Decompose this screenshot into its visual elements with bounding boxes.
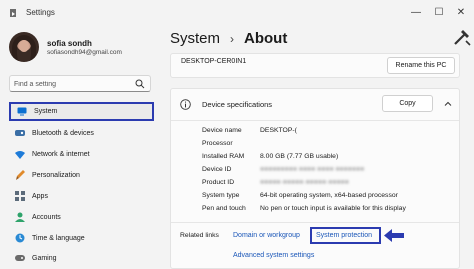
spec-key: Product ID xyxy=(202,179,235,186)
spec-row-device-id: Device ID ■■■■■■■■■ ■■■■ ■■■■ ■■■■■■■ xyxy=(202,166,364,178)
pointer-arrow-icon xyxy=(384,229,404,242)
user-name: sofia sondh xyxy=(47,39,92,48)
spec-key: Device ID xyxy=(202,166,232,173)
globe-clock-icon xyxy=(15,233,25,243)
spec-value-redacted: ■■■■■-■■■■■-■■■■■-■■■■■ xyxy=(260,179,349,186)
breadcrumb-parent[interactable]: System xyxy=(170,30,220,47)
sidebar-item-label: Bluetooth & devices xyxy=(32,129,94,137)
user-email: sofiasondh94@gmail.com xyxy=(47,49,122,56)
spec-key: Processor xyxy=(202,140,233,147)
sidebar-item-system[interactable]: System xyxy=(9,102,154,121)
gamepad-icon xyxy=(15,253,25,263)
minimize-button[interactable]: — xyxy=(407,4,425,20)
sidebar-item-label: Apps xyxy=(32,192,48,200)
sidebar-item-label: Personalization xyxy=(32,171,80,179)
sidebar-item-label: Accounts xyxy=(32,213,61,221)
spec-key: System type xyxy=(202,192,240,199)
search-icon[interactable] xyxy=(135,79,145,89)
spec-key: Installed RAM xyxy=(202,153,245,160)
spec-row-system-type: System type 64-bit operating system, x64… xyxy=(202,192,398,204)
sidebar-item-time-language[interactable]: Time & language xyxy=(9,229,154,247)
related-links-label: Related links xyxy=(180,232,219,239)
copy-button[interactable]: Copy xyxy=(382,95,433,112)
bluetooth-icon xyxy=(15,128,25,138)
related-divider xyxy=(171,222,459,223)
apps-icon xyxy=(15,191,25,201)
sidebar-item-accounts[interactable]: Accounts xyxy=(9,208,154,226)
device-specifications-header[interactable]: Device specifications Copy xyxy=(171,89,459,121)
advanced-system-settings-link[interactable]: Advanced system settings xyxy=(233,252,314,259)
sidebar-item-apps[interactable]: Apps xyxy=(9,187,154,205)
spec-row-installed-ram: Installed RAM 8.00 GB (7.77 GB usable) xyxy=(202,153,338,165)
title-bar: Settings — ☐ ✕ xyxy=(0,0,474,26)
breadcrumb-chevron: › xyxy=(230,31,235,46)
sidebar-item-network[interactable]: Network & internet xyxy=(9,145,154,163)
brush-icon xyxy=(15,170,25,180)
sidebar-item-label: Gaming xyxy=(32,254,57,262)
page-title: About xyxy=(244,30,288,47)
spec-row-pen-touch: Pen and touch No pen or touch input is a… xyxy=(202,205,406,217)
spec-row-device-name: Device name DESKTOP-( xyxy=(202,127,297,139)
pc-name: DESKTOP-CER0IN1 xyxy=(181,58,247,65)
person-icon xyxy=(15,212,25,222)
spec-value: DESKTOP-( xyxy=(260,127,297,134)
maximize-button[interactable]: ☐ xyxy=(430,4,448,20)
breadcrumb: System › About xyxy=(170,30,287,47)
search-box[interactable] xyxy=(9,75,151,92)
settings-app-icon xyxy=(10,9,16,17)
sidebar-item-label: Time & language xyxy=(32,234,85,242)
hammer-wrench-icon xyxy=(454,30,471,46)
spec-key: Device name xyxy=(202,127,242,134)
spec-value: No pen or touch input is available for t… xyxy=(260,205,406,212)
pc-name-card: DESKTOP-CER0IN1 Rename this PC xyxy=(170,53,460,78)
avatar[interactable] xyxy=(9,32,39,62)
sidebar-item-gaming[interactable]: Gaming xyxy=(9,249,154,267)
sidebar-item-label: Network & internet xyxy=(32,150,90,158)
rename-pc-button[interactable]: Rename this PC xyxy=(387,57,455,74)
spec-value-redacted: ■■■■■■■■■ ■■■■ ■■■■ ■■■■■■■ xyxy=(260,166,365,173)
window-title: Settings xyxy=(26,8,55,17)
sidebar-item-bluetooth[interactable]: Bluetooth & devices xyxy=(9,124,154,142)
sidebar-item-label: System xyxy=(34,108,58,115)
spec-row-product-id: Product ID ■■■■■-■■■■■-■■■■■-■■■■■ xyxy=(202,179,349,191)
spec-key: Pen and touch xyxy=(202,205,246,212)
wifi-icon xyxy=(15,149,25,159)
spec-row-processor: Processor xyxy=(202,140,260,152)
spec-value: 8.00 GB (7.77 GB usable) xyxy=(260,153,339,160)
system-protection-link[interactable]: System protection xyxy=(316,232,372,239)
close-button[interactable]: ✕ xyxy=(452,4,470,20)
device-specifications-title: Device specifications xyxy=(202,100,273,109)
domain-workgroup-link[interactable]: Domain or workgroup xyxy=(233,232,300,239)
info-icon xyxy=(180,99,191,110)
chevron-up-icon[interactable] xyxy=(443,99,453,109)
sidebar-item-personalization[interactable]: Personalization xyxy=(9,166,154,184)
search-input[interactable] xyxy=(14,78,132,90)
spec-value: 64-bit operating system, x64-based proce… xyxy=(260,192,398,199)
device-specifications-card: Device specifications Copy Device name D… xyxy=(170,88,460,269)
monitor-icon xyxy=(17,107,27,117)
